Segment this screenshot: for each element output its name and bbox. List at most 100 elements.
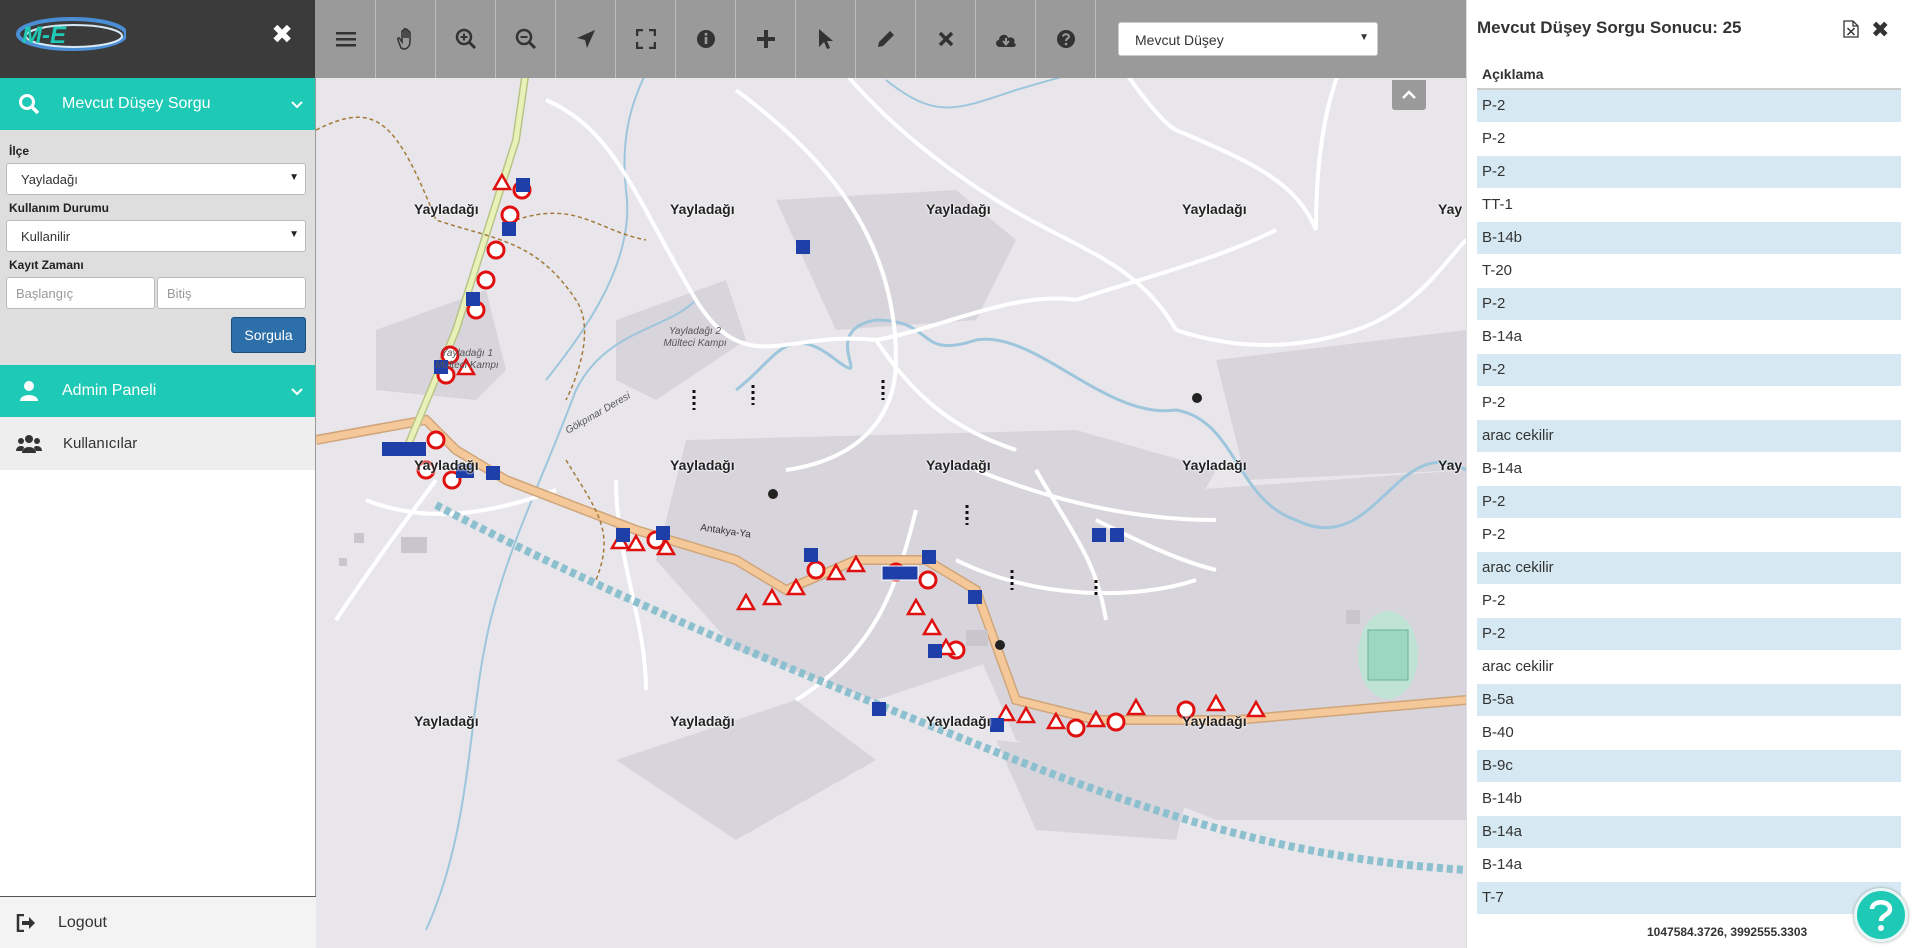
chevron-down-icon bbox=[291, 383, 303, 401]
camp-label: Yayladağı 2 Mülteci Kampı bbox=[663, 326, 727, 349]
locate-arrow-icon bbox=[576, 30, 595, 48]
table-row[interactable]: TT-1 bbox=[1477, 189, 1901, 222]
full-extent-icon bbox=[635, 29, 656, 49]
results-table: Açıklama P-2 P-2 P-2 TT-1 B-14b T-20 P-2 B-14a P… bbox=[1477, 58, 1901, 915]
end-date-input[interactable]: Bitiş bbox=[157, 277, 306, 309]
query-section-header[interactable]: Mevcut Düşey Sorgu bbox=[0, 78, 315, 130]
place-label: Yayladağı bbox=[926, 713, 991, 729]
table-row[interactable]: B-14b bbox=[1477, 783, 1901, 816]
usage-select[interactable]: Kullanilir ▼ bbox=[6, 220, 306, 252]
layer-select-value: Mevcut Düşey bbox=[1135, 32, 1224, 48]
menu-button[interactable] bbox=[316, 0, 376, 78]
table-row[interactable]: P-2 bbox=[1477, 618, 1901, 651]
chevron-down-icon: ▼ bbox=[289, 229, 299, 240]
date-range: Başlangıç Bitiş bbox=[6, 277, 309, 309]
table-row[interactable]: P-2 bbox=[1477, 585, 1901, 618]
results-rows: P-2 P-2 P-2 TT-1 B-14b T-20 P-2 B-14a P-2 P-2 arac… bbox=[1477, 90, 1901, 915]
clear-button[interactable] bbox=[916, 0, 976, 78]
zoom-out-button[interactable] bbox=[496, 0, 556, 78]
table-row[interactable]: P-2 bbox=[1477, 387, 1901, 420]
query-form: İlçe Yayladağı ▼ Kullanım Durumu Kullani… bbox=[0, 130, 315, 365]
close-icon: ✖ bbox=[1871, 18, 1890, 43]
help-circle-icon bbox=[1056, 30, 1075, 48]
help-icon bbox=[1869, 900, 1893, 931]
table-row[interactable]: B-14a bbox=[1477, 849, 1901, 882]
table-row[interactable]: P-2 bbox=[1477, 156, 1901, 189]
select-pointer-icon bbox=[818, 29, 833, 49]
zoom-in-button[interactable] bbox=[436, 0, 496, 78]
admin-section-header[interactable]: Admin Paneli bbox=[0, 365, 315, 417]
locate-button[interactable] bbox=[556, 0, 616, 78]
table-row[interactable]: B-9c bbox=[1477, 750, 1901, 783]
table-row[interactable]: B-14a bbox=[1477, 816, 1901, 849]
place-label: Yayladağı bbox=[670, 201, 735, 217]
sign-out-icon bbox=[16, 913, 36, 932]
sidebar-item-users[interactable]: Kullanıcılar bbox=[0, 417, 315, 470]
table-row[interactable]: T-7 bbox=[1477, 882, 1901, 915]
place-label: Yay bbox=[1438, 457, 1463, 473]
table-row[interactable]: B-5a bbox=[1477, 684, 1901, 717]
table-row[interactable]: P-2 bbox=[1477, 354, 1901, 387]
table-row[interactable]: P-2 bbox=[1477, 123, 1901, 156]
camp-label: Yayladağı 1 Mülteci Kampı bbox=[435, 348, 499, 371]
download-button[interactable] bbox=[976, 0, 1036, 78]
coordinate-readout: 1047584.3726, 3992555.3303 bbox=[1647, 925, 1808, 939]
edit-pencil-icon bbox=[877, 31, 894, 47]
zoom-out-icon bbox=[515, 28, 536, 50]
table-row[interactable]: arac cekilir bbox=[1477, 552, 1901, 585]
map-svg[interactable] bbox=[316, 0, 1466, 948]
close-results-button[interactable]: ✖ bbox=[1871, 18, 1889, 43]
admin-section-title: Admin Paneli bbox=[62, 382, 157, 399]
users-icon bbox=[16, 434, 42, 454]
help-button-floating[interactable] bbox=[1854, 888, 1908, 942]
table-row[interactable]: B-40 bbox=[1477, 717, 1901, 750]
building bbox=[339, 558, 347, 566]
add-icon bbox=[756, 30, 775, 48]
layer-select[interactable]: Mevcut Düşey ▼ bbox=[1118, 22, 1378, 56]
search-icon bbox=[18, 93, 44, 115]
table-row[interactable]: P-2 bbox=[1477, 288, 1901, 321]
place-label: Yayladağı bbox=[926, 457, 991, 473]
table-row[interactable]: B-14a bbox=[1477, 321, 1901, 354]
place-label: Yayladağı bbox=[926, 201, 991, 217]
district-select[interactable]: Yayladağı ▼ bbox=[6, 163, 306, 195]
logo: M-E bbox=[16, 17, 126, 51]
sports-field bbox=[1367, 629, 1409, 681]
logout-button[interactable]: Logout bbox=[0, 896, 316, 948]
chevron-down-icon bbox=[291, 96, 303, 114]
collapse-toolbar-button[interactable] bbox=[1392, 80, 1426, 110]
full-extent-button[interactable] bbox=[616, 0, 676, 78]
add-button[interactable] bbox=[736, 0, 796, 78]
sidebar: M-E ✖ Mevcut Düşey Sorgu İlçe Yayladağı … bbox=[0, 0, 316, 948]
start-date-input[interactable]: Başlangıç bbox=[6, 277, 155, 309]
edit-button[interactable] bbox=[856, 0, 916, 78]
query-button[interactable]: Sorgula bbox=[231, 317, 306, 353]
logout-label: Logout bbox=[58, 913, 107, 931]
table-row[interactable]: B-14a bbox=[1477, 453, 1901, 486]
chevron-down-icon: ▼ bbox=[289, 172, 299, 183]
map-canvas[interactable]: Yayladağı Yayladağı Yayladağı Yayladağı … bbox=[316, 0, 1466, 948]
table-row[interactable]: P-2 bbox=[1477, 519, 1901, 552]
place-label: Yayladağı bbox=[670, 713, 735, 729]
export-excel-button[interactable] bbox=[1843, 20, 1859, 43]
table-row[interactable]: P-2 bbox=[1477, 486, 1901, 519]
help-button[interactable] bbox=[1036, 0, 1096, 78]
table-row[interactable]: B-14b bbox=[1477, 222, 1901, 255]
map-toolbar: Mevcut Düşey ▼ bbox=[316, 0, 1466, 78]
table-row[interactable]: arac cekilir bbox=[1477, 420, 1901, 453]
table-row[interactable]: P-2 bbox=[1477, 90, 1901, 123]
close-sidebar-button[interactable]: ✖ bbox=[271, 20, 293, 50]
zoom-in-icon bbox=[455, 28, 476, 50]
info-button[interactable] bbox=[676, 0, 736, 78]
chevron-up-icon bbox=[1402, 90, 1416, 99]
table-row[interactable]: arac cekilir bbox=[1477, 651, 1901, 684]
pan-button[interactable] bbox=[376, 0, 436, 78]
cloud-download-icon bbox=[995, 34, 1016, 47]
close-icon: ✖ bbox=[271, 20, 293, 50]
select-button[interactable] bbox=[796, 0, 856, 78]
table-row[interactable]: T-20 bbox=[1477, 255, 1901, 288]
place-label: Yayladağı bbox=[670, 457, 735, 473]
record-time-label: Kayıt Zamanı bbox=[9, 258, 84, 272]
bus-stop-marker bbox=[382, 442, 426, 456]
clear-x-icon bbox=[938, 31, 953, 47]
